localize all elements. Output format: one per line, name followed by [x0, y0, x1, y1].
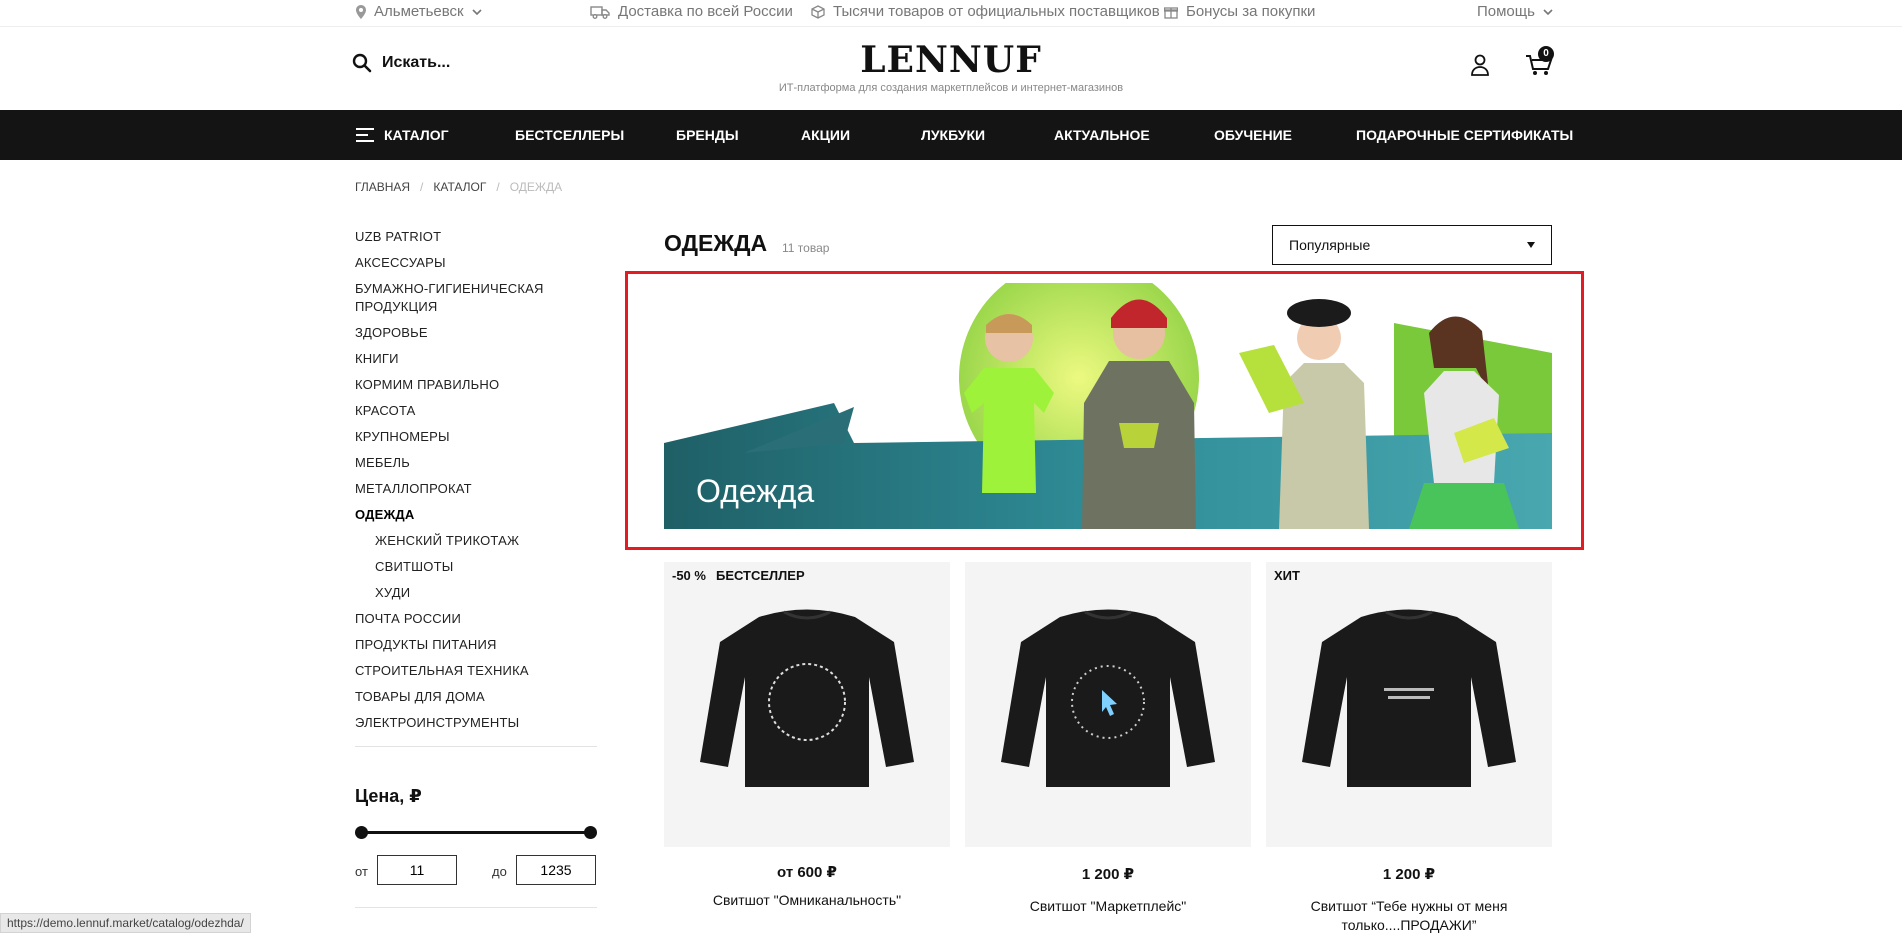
price-to-label: до: [492, 864, 507, 879]
sidebar-subitem-women-knitwear[interactable]: Женский трикотаж: [355, 532, 597, 550]
help-menu[interactable]: Помощь: [1477, 3, 1553, 20]
price-max-input[interactable]: [516, 855, 596, 885]
nav-actual[interactable]: Актуальное: [1054, 110, 1150, 160]
location-pin-icon: [356, 4, 366, 19]
nav-brands[interactable]: Бренды: [676, 110, 739, 160]
sidebar-divider: [355, 907, 597, 908]
product-image[interactable]: -50 % БЕСТСЕЛЛЕР: [664, 562, 950, 847]
sidebar-item-feeding[interactable]: Кормим правильно: [355, 376, 597, 394]
price-min-input[interactable]: [377, 855, 457, 885]
product-name[interactable]: Свитшот "Омниканальность": [664, 891, 950, 910]
product-name[interactable]: Свитшот "Маркетплейс": [965, 897, 1251, 916]
slider-handle-max[interactable]: [583, 826, 597, 839]
sidebar-item-metal[interactable]: Металлопрокат: [355, 480, 597, 498]
sort-select[interactable]: Популярные: [1272, 225, 1552, 265]
bonuses-info[interactable]: Бонусы за покупки: [1164, 3, 1315, 20]
price-range-slider[interactable]: [354, 826, 597, 839]
logo-tagline: ИТ-платформа для создания маркетплейсов …: [778, 82, 1124, 94]
sort-value: Популярные: [1289, 237, 1371, 253]
product-name[interactable]: Свитшот “Тебе нужны от меня только....ПР…: [1266, 897, 1552, 933]
box-icon: [811, 4, 825, 19]
nav-education[interactable]: Обучение: [1214, 110, 1292, 160]
top-info-bar: Альметьевск Доставка по всей России Тыся…: [0, 0, 1902, 27]
city-selector[interactable]: Альметьевск: [356, 3, 482, 20]
nav-lookbooks[interactable]: Лукбуки: [921, 110, 985, 160]
breadcrumb-separator: /: [496, 180, 500, 194]
price-filter-title: Цена, ₽: [355, 786, 422, 806]
breadcrumb-current: ОДЕЖДА: [509, 180, 563, 194]
sweatshirt-image: [1001, 609, 1215, 787]
category-banner[interactable]: Одежда: [664, 283, 1552, 529]
sidebar-item-accessories[interactable]: Аксессуары: [355, 254, 597, 272]
price-from-label: от: [355, 864, 368, 879]
sweatshirt-image: [700, 609, 914, 787]
chevron-down-icon: [472, 8, 482, 15]
sidebar-item-construction[interactable]: Строительная техника: [355, 662, 597, 680]
caret-down-icon: [1527, 242, 1535, 248]
sidebar-subitem-hoodies[interactable]: Худи: [355, 584, 597, 602]
browser-status-url: https://demo.lennuf.market/catalog/odezh…: [0, 913, 251, 933]
bonuses-text: Бонусы за покупки: [1186, 3, 1316, 20]
sidebar-item-russian-post[interactable]: Почта России: [355, 610, 597, 628]
suppliers-text: Тысячи товаров от официальных поставщико…: [833, 3, 1160, 20]
breadcrumb-separator: /: [420, 180, 424, 194]
cart-button[interactable]: 0: [1525, 46, 1554, 81]
city-name: Альметьевск: [374, 3, 464, 20]
banner-title: Одежда: [696, 473, 815, 509]
product-card[interactable]: -50 % БЕСТСЕЛЛЕР от 600 ₽ Свитшот "Омник…: [664, 562, 950, 910]
nav-sales[interactable]: Акции: [801, 110, 850, 160]
sidebar-item-health[interactable]: Здоровье: [355, 324, 597, 342]
sidebar-item-clothing[interactable]: Одежда: [355, 506, 597, 524]
logo-text: LENNUF: [860, 39, 1042, 81]
site-header: Искать... LENNUF ИТ-платформа для создан…: [0, 28, 1902, 110]
sidebar-item-beauty[interactable]: Красота: [355, 402, 597, 420]
sidebar-item-home-goods[interactable]: Товары для дома: [355, 688, 597, 706]
breadcrumb-catalog[interactable]: КАТАЛОГ: [433, 180, 486, 194]
sweatshirt-image: [1302, 609, 1516, 787]
help-label: Помощь: [1477, 3, 1535, 20]
sidebar-item-books[interactable]: Книги: [355, 350, 597, 368]
category-sidebar: UZB PATRIOT Аксессуары Бумажно-гигиениче…: [355, 228, 597, 747]
product-price: от 600 ₽: [777, 864, 837, 881]
sidebar-item-food[interactable]: Продукты питания: [355, 636, 597, 654]
sidebar-item-uzb-patriot[interactable]: UZB PATRIOT: [355, 228, 597, 246]
sidebar-item-paper-hygiene[interactable]: Бумажно-гигиеническая продукция: [355, 280, 597, 316]
product-price: 1 200 ₽: [1382, 866, 1436, 883]
menu-icon: [356, 128, 374, 142]
gift-icon: [1164, 6, 1178, 19]
product-count: 11 товар: [782, 241, 830, 255]
logo[interactable]: LENNUF ИТ-платформа для создания маркетп…: [0, 40, 1902, 94]
account-button[interactable]: [1470, 54, 1490, 81]
nav-bestsellers[interactable]: Бестселлеры: [515, 110, 624, 160]
sidebar-item-large-trees[interactable]: Крупномеры: [355, 428, 597, 446]
product-card[interactable]: 1 200 ₽ Свитшот "Маркетплейс": [965, 562, 1251, 916]
breadcrumb: ГЛАВНАЯ / КАТАЛОГ / ОДЕЖДА: [355, 180, 562, 194]
delivery-info[interactable]: Доставка по всей России: [590, 3, 793, 20]
sidebar-divider: [355, 746, 597, 747]
product-image[interactable]: [965, 562, 1251, 847]
chevron-down-icon: [1543, 8, 1553, 15]
sidebar-item-furniture[interactable]: Мебель: [355, 454, 597, 472]
nav-catalog-label: Каталог: [384, 127, 449, 143]
sidebar-subitem-sweatshirts[interactable]: Свитшоты: [355, 558, 597, 576]
suppliers-info[interactable]: Тысячи товаров от официальных поставщико…: [811, 3, 1160, 20]
product-card[interactable]: ХИТ 1 200 ₽ Свитшот “Тебе нужны от меня …: [1266, 562, 1552, 933]
nav-gift-certificates[interactable]: Подарочные сертификаты: [1356, 110, 1573, 160]
product-image[interactable]: ХИТ: [1266, 562, 1552, 847]
main-nav: Каталог Бестселлеры Бренды Акции Лукбуки…: [0, 110, 1902, 160]
breadcrumb-home[interactable]: ГЛАВНАЯ: [355, 180, 410, 194]
product-price: 1 200 ₽: [1081, 866, 1135, 883]
delivery-text: Доставка по всей России: [618, 3, 793, 20]
user-icon: [1471, 54, 1489, 76]
nav-catalog[interactable]: Каталог: [356, 110, 449, 160]
truck-icon: [590, 5, 610, 19]
page-title: Одежда: [664, 230, 768, 256]
sidebar-item-power-tools[interactable]: Электроинструменты: [355, 714, 597, 732]
slider-handle-min[interactable]: [354, 826, 368, 839]
cart-count-badge: 0: [1538, 46, 1554, 62]
